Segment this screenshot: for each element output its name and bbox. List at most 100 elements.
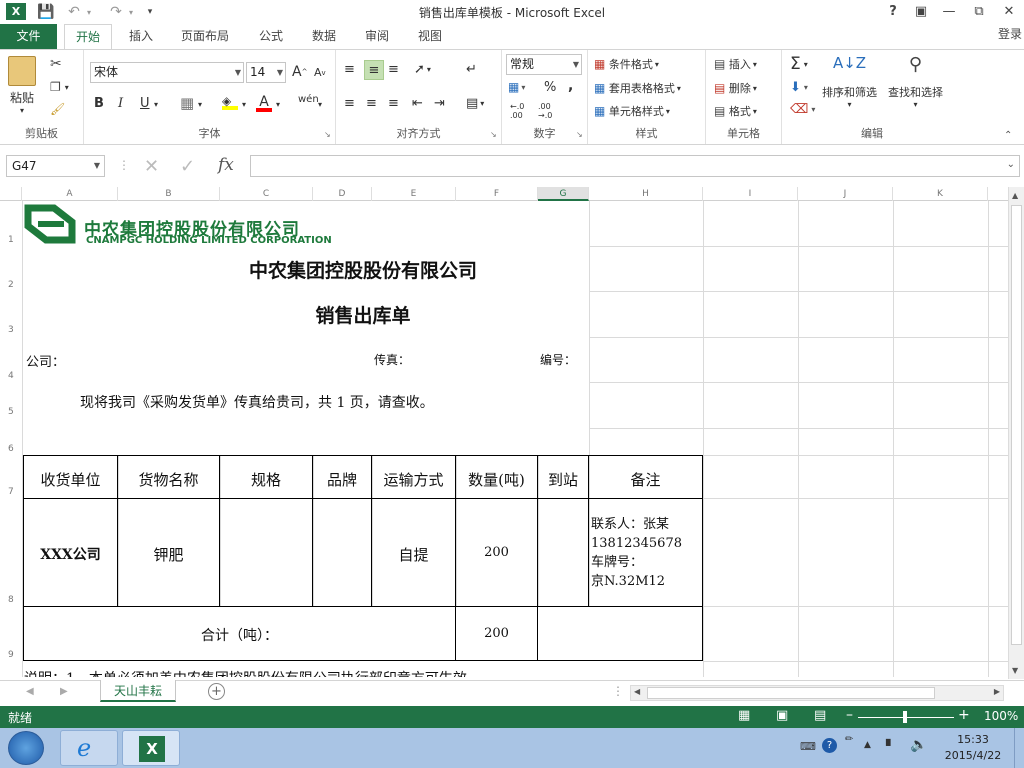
row-header-7[interactable]: 7 — [0, 487, 22, 497]
cancel-formula-icon[interactable]: ✕ — [144, 156, 159, 177]
increase-font-icon[interactable]: A ^ — [292, 64, 307, 80]
border-icon[interactable]: ▦ — [180, 94, 194, 112]
horizontal-scroll-thumb[interactable] — [647, 687, 935, 699]
column-header-c[interactable]: C — [220, 187, 313, 201]
row-header-3[interactable]: 3 — [0, 325, 22, 335]
align-top-icon[interactable]: ≡ — [344, 62, 355, 77]
zoom-out-icon[interactable]: – — [846, 707, 853, 723]
decrease-font-icon[interactable]: Av — [314, 66, 326, 79]
tab-home[interactable]: 开始 — [64, 24, 112, 50]
expand-formula-bar-icon[interactable]: ⌄ — [1007, 159, 1015, 170]
normal-view-icon[interactable]: ▦ — [738, 708, 750, 723]
row-header-9[interactable]: 9 — [0, 650, 22, 660]
sort-filter-button[interactable]: A↓Z 排序和筛选 ▾ — [822, 54, 877, 109]
border-dropdown-icon[interactable]: ▾ — [198, 100, 202, 109]
tab-file[interactable]: 文件 — [0, 24, 57, 49]
merge-center-icon[interactable]: ▤ ▾ — [466, 96, 484, 111]
select-all-corner[interactable] — [0, 187, 22, 201]
row-header-6[interactable]: 6 — [0, 444, 22, 454]
column-header-a[interactable]: A — [22, 187, 118, 201]
align-left-icon[interactable]: ≡ — [344, 96, 355, 111]
column-header-d[interactable]: D — [313, 187, 372, 201]
start-button-icon[interactable] — [8, 731, 44, 765]
worksheet-grid[interactable]: 1 2 3 4 5 6 7 8 9 中农集团控股股份有限公司 CNAMPGC H… — [0, 201, 1008, 677]
next-sheet-icon[interactable]: ▶ — [60, 686, 68, 697]
keyboard-tray-icon[interactable]: ⌨ — [800, 740, 816, 753]
tab-insert[interactable]: 插入 — [118, 24, 164, 49]
tab-page-layout[interactable]: 页面布局 — [172, 24, 238, 49]
enter-formula-icon[interactable]: ✓ — [180, 156, 195, 177]
row-header-2[interactable]: 2 — [0, 280, 22, 290]
italic-button[interactable]: I — [118, 96, 123, 111]
delete-cells-button[interactable]: ▤ 删除 ▾ — [714, 80, 757, 96]
paste-button[interactable]: 粘贴 ▾ — [8, 56, 36, 115]
column-header-k[interactable]: K — [893, 187, 988, 201]
cell-styles-button[interactable]: ▦ 单元格样式 ▾ — [594, 103, 670, 119]
vertical-scroll-thumb[interactable] — [1011, 205, 1022, 645]
alignment-dialog-launcher-icon[interactable]: ↘ — [490, 130, 497, 139]
align-bottom-icon[interactable]: ≡ — [388, 62, 399, 77]
increase-decimal-icon[interactable]: ←.0.00 — [510, 102, 524, 120]
insert-function-button[interactable]: fx — [218, 155, 234, 175]
zoom-level[interactable]: 100% — [984, 709, 1018, 723]
zoom-in-icon[interactable]: + — [958, 707, 970, 723]
ribbon-display-icon[interactable]: ▣ — [910, 2, 932, 22]
clock[interactable]: 15:33 2015/4/22 — [938, 732, 1008, 764]
close-icon[interactable]: ✕ — [998, 2, 1020, 22]
vertical-scrollbar[interactable]: ▲ ▼ — [1008, 187, 1024, 679]
comma-style-button[interactable]: , — [568, 78, 573, 94]
column-header-j[interactable]: J — [798, 187, 893, 201]
font-size-select[interactable]: 14 ▼ — [246, 62, 286, 83]
prev-sheet-icon[interactable]: ◀ — [26, 686, 34, 697]
page-layout-view-icon[interactable]: ▣ — [776, 708, 788, 723]
align-center-icon[interactable]: ≡ — [366, 96, 377, 111]
increase-indent-icon[interactable]: ⇥ — [434, 96, 445, 111]
align-middle-icon[interactable]: ≡ — [364, 60, 384, 80]
accounting-format-icon[interactable]: ▦ ▾ — [508, 80, 525, 94]
cut-icon[interactable]: ✂ — [50, 56, 62, 72]
autosum-icon[interactable]: Σ ▾ — [790, 54, 808, 74]
name-box-dropdown-icon[interactable]: ▼ — [94, 156, 100, 176]
tab-formulas[interactable]: 公式 — [250, 24, 292, 49]
column-header-i[interactable]: I — [703, 187, 798, 201]
horizontal-scrollbar[interactable]: ◀ ▶ — [630, 685, 1004, 701]
format-as-table-button[interactable]: ▦ 套用表格格式 ▾ — [594, 80, 681, 96]
tab-view[interactable]: 视图 — [408, 24, 452, 49]
formula-input[interactable]: ⌄ — [250, 155, 1020, 177]
tab-review[interactable]: 审阅 — [356, 24, 398, 49]
number-dialog-launcher-icon[interactable]: ↘ — [576, 130, 583, 139]
restore-icon[interactable]: ⧉ — [968, 2, 990, 22]
row-header-5[interactable]: 5 — [0, 407, 22, 417]
underline-button[interactable]: U — [140, 96, 150, 111]
row-header-8[interactable]: 8 — [0, 595, 22, 605]
column-header-g[interactable]: G — [538, 187, 589, 201]
fill-color-dropdown-icon[interactable]: ▾ — [242, 100, 246, 109]
phonetic-dropdown-icon[interactable]: ▾ — [318, 100, 322, 109]
tab-split-handle-icon[interactable]: ⋮ — [612, 684, 624, 698]
help-button[interactable]: ? — [882, 2, 904, 22]
font-dialog-launcher-icon[interactable]: ↘ — [324, 130, 331, 139]
scroll-left-icon[interactable]: ◀ — [634, 687, 640, 696]
sheet-tab-active[interactable]: 天山丰耘 — [100, 680, 176, 702]
row-header-4[interactable]: 4 — [0, 371, 22, 381]
column-header-f[interactable]: F — [456, 187, 538, 201]
font-color-dropdown-icon[interactable]: ▾ — [276, 100, 280, 109]
scroll-up-icon[interactable]: ▲ — [1012, 191, 1018, 200]
show-desktop-button[interactable] — [1014, 728, 1024, 768]
collapse-ribbon-icon[interactable]: ⌃ — [1004, 130, 1012, 141]
format-cells-button[interactable]: ▤ 格式 ▾ — [714, 103, 757, 119]
wrap-text-icon[interactable]: ↵ — [466, 62, 477, 77]
underline-dropdown-icon[interactable]: ▾ — [154, 100, 158, 109]
bold-button[interactable]: B — [94, 96, 104, 111]
find-select-button[interactable]: ⚲ 查找和选择 ▾ — [888, 54, 943, 109]
phonetic-button[interactable]: wén — [298, 94, 319, 105]
scroll-down-icon[interactable]: ▼ — [1012, 666, 1018, 675]
format-painter-icon[interactable]: 🖌 — [50, 102, 65, 116]
font-name-select[interactable]: 宋体 ▼ — [90, 62, 244, 83]
ie-taskbar-button[interactable]: e — [60, 730, 118, 766]
help-tray-icon[interactable]: ? — [822, 738, 837, 753]
name-box[interactable]: G47 ▼ — [6, 155, 105, 177]
decrease-decimal-icon[interactable]: .00 →.0 — [538, 102, 552, 120]
column-header-b[interactable]: B — [118, 187, 220, 201]
tab-data[interactable]: 数据 — [302, 24, 346, 49]
